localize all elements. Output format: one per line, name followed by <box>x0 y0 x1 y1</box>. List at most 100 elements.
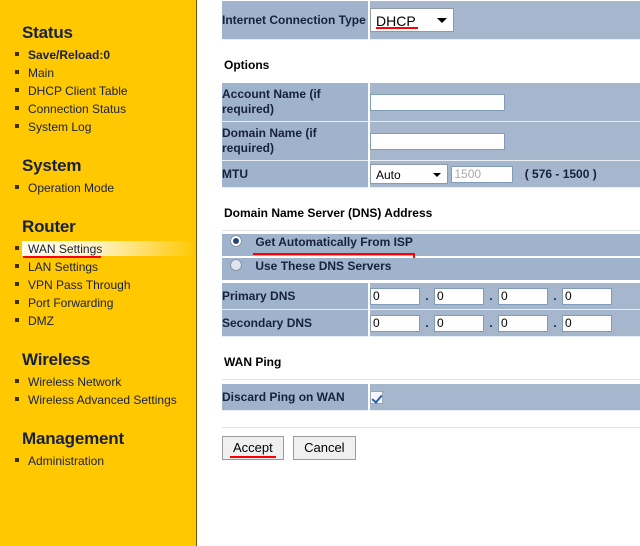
accept-button-label: Accept <box>233 440 273 455</box>
sidebar-group-spacer <box>0 331 196 349</box>
annotation-underline-accept <box>230 456 276 458</box>
bullet-icon <box>15 300 19 304</box>
sidebar-group-spacer <box>0 198 196 216</box>
sidebar-item-administration[interactable]: Administration <box>0 453 196 470</box>
sidebar-item-connection-status[interactable]: Connection Status <box>0 101 196 118</box>
sidebar-item-operation-mode[interactable]: Operation Mode <box>0 180 196 197</box>
radio-get-automatically-from-isp[interactable] <box>230 234 242 247</box>
secondary-dns-octet-2[interactable] <box>434 314 484 332</box>
domain-name-input[interactable] <box>370 132 505 150</box>
dns-manual-option-row[interactable]: Use These DNS Servers <box>222 258 640 282</box>
bullet-icon <box>15 124 19 128</box>
sidebar-item-system-log[interactable]: System Log <box>0 119 196 136</box>
wan-ping-heading: WAN Ping <box>224 355 282 369</box>
sidebar-item-label: Administration <box>28 454 105 468</box>
sidebar-item-label: DMZ <box>28 314 54 328</box>
bullet-icon <box>15 106 19 110</box>
dns-servers-table: Primary DNS ... Secondary DNS ... <box>222 282 640 337</box>
sidebar-item-port-forwarding[interactable]: Port Forwarding <box>0 295 196 312</box>
sidebar-item-save-reload-0[interactable]: Save/Reload:0 <box>0 47 196 64</box>
sidebar-item-dhcp-client-table[interactable]: DHCP Client Table <box>0 83 196 100</box>
secondary-dns-octet-1[interactable] <box>370 314 420 332</box>
primary-dns-octet-1[interactable] <box>370 287 420 305</box>
connection-type-select[interactable]: DHCP <box>370 8 454 32</box>
bullet-icon <box>15 52 19 56</box>
account-name-value-cell <box>369 82 640 122</box>
main-content: Internet Connection Type DHCP Options Ac… <box>222 0 640 546</box>
sidebar-item-wireless-network[interactable]: Wireless Network <box>0 374 196 391</box>
sidebar-item-vpn-pass-through[interactable]: VPN Pass Through <box>0 277 196 294</box>
sidebar-group-status: Status Save/Reload:0 Main DHCP Client Table… <box>0 22 196 136</box>
sidebar-item-label: Operation Mode <box>28 181 115 195</box>
connection-type-table: Internet Connection Type DHCP <box>222 0 640 40</box>
mtu-mode-select[interactable]: Auto <box>370 164 448 184</box>
bullet-icon <box>15 397 19 401</box>
sidebar-item-label: LAN Settings <box>28 260 99 274</box>
sidebar-item-lan-settings[interactable]: LAN Settings <box>0 259 196 276</box>
sidebar-item-label: System Log <box>28 120 92 134</box>
discard-ping-label: Discard Ping on WAN <box>222 383 370 411</box>
sidebar-item-label: VPN Pass Through <box>28 278 131 292</box>
sidebar-item-label: Wireless Network <box>28 375 122 389</box>
discard-ping-value-cell <box>369 383 640 411</box>
bullet-icon <box>15 185 19 189</box>
mtu-label: MTU <box>222 160 370 188</box>
radio-use-these-dns-servers[interactable] <box>230 258 242 271</box>
discard-ping-checkbox[interactable] <box>370 391 383 405</box>
bullet-icon <box>15 379 19 383</box>
secondary-dns-octet-3[interactable] <box>498 314 548 332</box>
ip-separator: . <box>425 316 429 330</box>
sidebar-item-label: Connection Status <box>28 102 127 116</box>
primary-dns-octet-3[interactable] <box>498 287 548 305</box>
secondary-dns-octet-4[interactable] <box>562 314 612 332</box>
account-name-input[interactable] <box>370 93 505 111</box>
sidebar-item-label: DHCP Client Table <box>28 84 128 98</box>
primary-dns-octet-4[interactable] <box>562 287 612 305</box>
bullet-icon <box>15 282 19 286</box>
annotation-underline-connection-type <box>376 27 418 29</box>
sidebar-group-spacer <box>0 137 196 155</box>
sidebar-group-spacer <box>0 410 196 428</box>
annotation-underline-dns-auto <box>253 253 415 255</box>
bullet-icon <box>15 318 19 322</box>
form-actions: Accept Cancel <box>222 428 640 460</box>
secondary-dns-label: Secondary DNS <box>222 309 370 337</box>
ip-separator: . <box>489 316 493 330</box>
sidebar-item-label: Wireless Advanced Settings <box>28 393 177 407</box>
sidebar-item-dmz[interactable]: DMZ <box>0 313 196 330</box>
sidebar-item-wireless-advanced-settings[interactable]: Wireless Advanced Settings <box>0 392 196 409</box>
mtu-value-input[interactable] <box>451 165 514 183</box>
dns-manual-option-label: Use These DNS Servers <box>255 258 392 273</box>
sidebar-item-label: Save/Reload:0 <box>28 48 111 62</box>
wan-ping-table: Discard Ping on WAN <box>222 383 640 411</box>
primary-dns-octet-2[interactable] <box>434 287 484 305</box>
sidebar-item-wan-settings[interactable]: WAN Settings <box>0 241 196 258</box>
connection-type-label: Internet Connection Type <box>222 0 370 40</box>
sidebar-group-title: System <box>22 156 82 175</box>
router-admin-page: Status Save/Reload:0 Main DHCP Client Table… <box>0 0 640 546</box>
cancel-button-label: Cancel <box>304 440 345 455</box>
options-table: Account Name (if required) Domain Name (… <box>222 82 640 188</box>
table-row: Primary DNS ... <box>222 282 640 310</box>
dns-auto-option-row[interactable]: Get Automatically From ISP <box>222 234 640 262</box>
secondary-dns-value-cell: ... <box>369 309 640 337</box>
mtu-mode-selected-value: Auto <box>376 168 401 182</box>
sidebar-group-title: Wireless <box>22 350 91 369</box>
table-row: Internet Connection Type DHCP <box>222 0 640 40</box>
sidebar-item-main[interactable]: Main <box>0 65 196 82</box>
cancel-button[interactable]: Cancel <box>293 436 356 460</box>
accept-button[interactable]: Accept <box>222 436 284 460</box>
mtu-value-cell: Auto ( 576 - 1500 ) <box>369 160 640 188</box>
sidebar-group-title: Router <box>22 217 76 236</box>
bullet-icon <box>15 246 19 250</box>
chevron-down-icon <box>433 173 441 177</box>
sidebar-group-management: Management Administration <box>0 428 196 470</box>
sidebar-group-title: Status <box>22 23 73 42</box>
bullet-icon <box>15 70 19 74</box>
sidebar-group-system: System Operation Mode <box>0 155 196 197</box>
ip-separator: . <box>553 316 557 330</box>
table-row: Secondary DNS ... <box>222 309 640 337</box>
ip-separator: . <box>489 289 493 303</box>
domain-name-label: Domain Name (if required) <box>222 121 370 161</box>
bullet-icon <box>15 264 19 268</box>
